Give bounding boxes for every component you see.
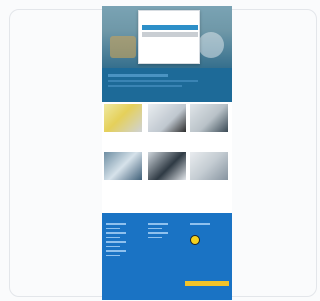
footer-link[interactable] — [106, 227, 120, 229]
footer-column — [148, 220, 168, 238]
intro-heading — [108, 74, 168, 77]
footer-link[interactable] — [148, 232, 168, 234]
site-footer — [102, 213, 232, 300]
footer-column — [190, 220, 210, 225]
teaser-tile[interactable] — [148, 104, 186, 138]
teaser-caption — [104, 180, 142, 186]
footer-link[interactable] — [106, 232, 126, 234]
footer-link[interactable] — [148, 227, 162, 229]
teaser-caption — [104, 132, 142, 138]
teaser-caption — [190, 132, 228, 138]
teaser-tile[interactable] — [148, 152, 186, 186]
cookie-consent-dialog — [138, 10, 200, 64]
teaser-caption — [148, 132, 186, 138]
teaser-image — [148, 104, 186, 132]
certification-seal-icon — [190, 235, 200, 245]
footer-link[interactable] — [106, 250, 126, 252]
intro-text-line — [108, 80, 198, 82]
teaser-image — [104, 152, 142, 180]
footer-link[interactable] — [106, 245, 120, 247]
teaser-tile[interactable] — [190, 152, 228, 186]
teaser-tile[interactable] — [104, 104, 142, 138]
footer-link[interactable] — [106, 254, 120, 256]
page-screenshot — [102, 6, 232, 300]
teaser-image — [148, 152, 186, 180]
teaser-image — [190, 104, 228, 132]
footer-link[interactable] — [148, 223, 168, 225]
footer-link[interactable] — [106, 241, 126, 243]
intro-band — [102, 68, 232, 102]
hero-decor — [198, 32, 224, 58]
footer-text-line — [190, 223, 210, 225]
teaser-caption — [148, 180, 186, 186]
intro-text-line — [108, 85, 182, 87]
accept-cookies-button[interactable] — [142, 25, 198, 30]
footer-link[interactable] — [106, 236, 120, 238]
hero-decor — [110, 36, 136, 58]
teaser-tile[interactable] — [190, 104, 228, 138]
teaser-image — [104, 104, 142, 132]
footer-link[interactable] — [106, 223, 126, 225]
cookie-settings-button[interactable] — [142, 32, 198, 37]
footer-column — [106, 220, 126, 256]
cookie-dialog-text — [142, 17, 196, 23]
teaser-tile[interactable] — [104, 152, 142, 186]
footer-cta-button[interactable] — [185, 281, 229, 286]
teaser-image — [190, 152, 228, 180]
teaser-caption — [190, 180, 228, 186]
footer-link[interactable] — [148, 236, 162, 238]
